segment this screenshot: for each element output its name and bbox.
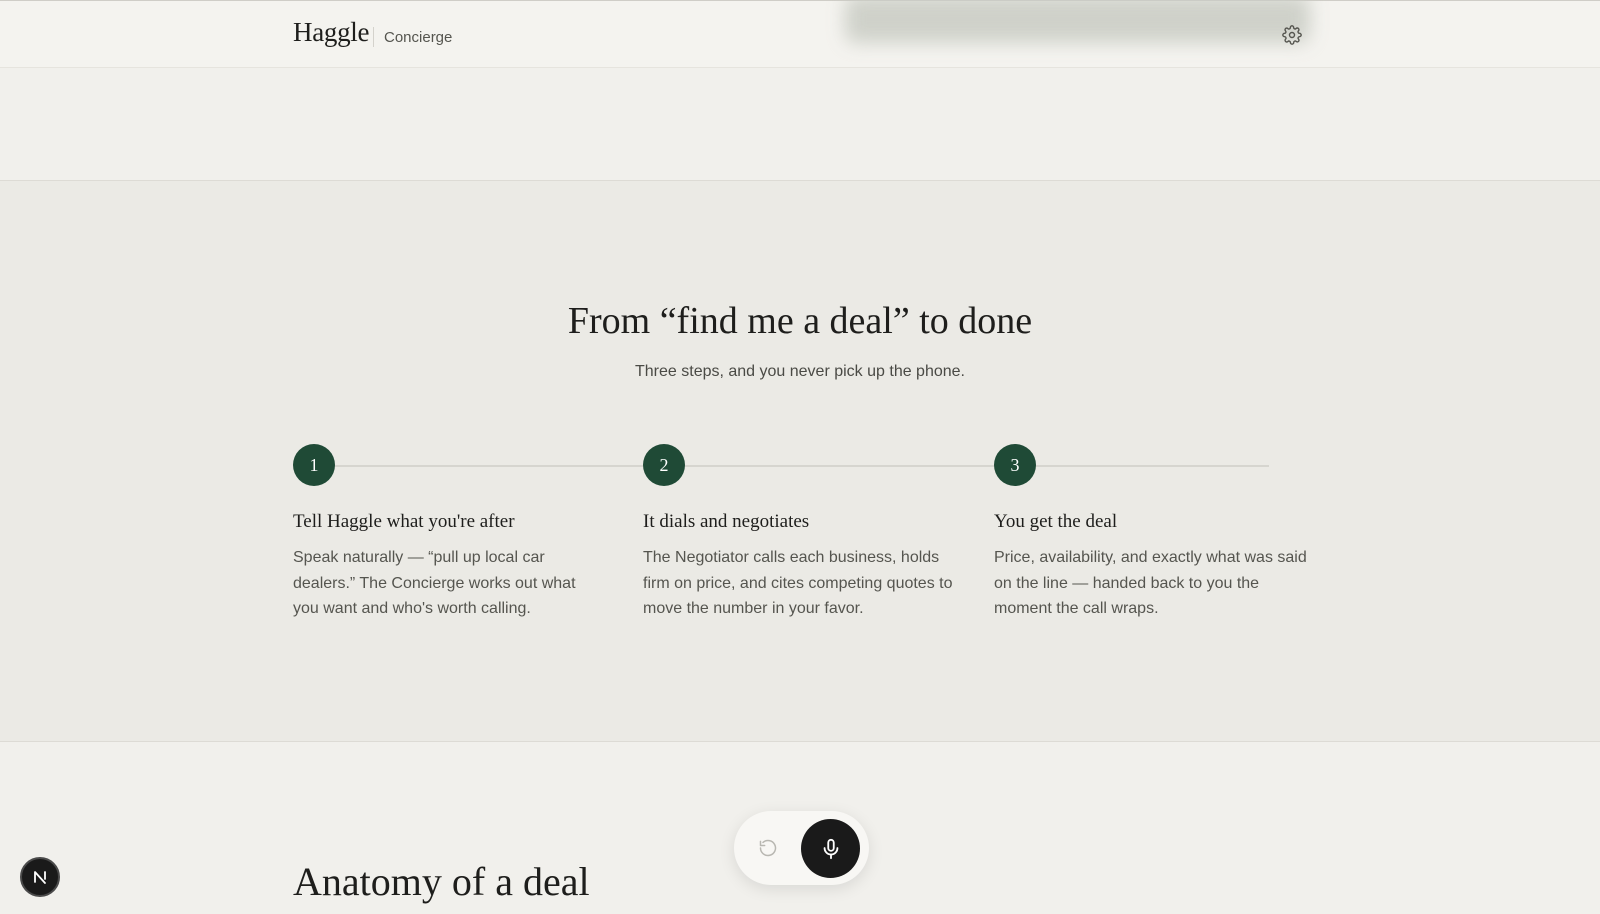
how-it-works-section: From “find me a deal” to done Three step… <box>0 181 1600 742</box>
step-1-number-badge: 1 <box>293 444 335 486</box>
dev-tools-badge[interactable] <box>20 857 60 897</box>
voice-control-bar <box>734 811 869 885</box>
step-2-title: It dials and negotiates <box>643 511 810 532</box>
top-header: Haggle Concierge <box>0 0 1600 68</box>
hero-band <box>0 68 1600 181</box>
brand-logo[interactable]: Haggle <box>293 17 369 48</box>
brand-divider <box>373 27 374 47</box>
steps-connector-line <box>314 465 1269 467</box>
section-subtitle: Three steps, and you never pick up the p… <box>635 363 965 380</box>
reset-icon <box>759 839 777 857</box>
n-logo-icon <box>34 871 46 884</box>
header-blurred-overlay <box>845 0 1310 43</box>
step-3-description: Price, availability, and exactly what wa… <box>994 549 1307 617</box>
step-3-number-badge: 3 <box>994 444 1036 486</box>
anatomy-section-title: Anatomy of a deal <box>293 859 590 904</box>
step-1-description: Speak naturally — “pull up local car dea… <box>293 549 576 617</box>
section-title: From “find me a deal” to done <box>567 300 1033 342</box>
step-3-title: You get the deal <box>994 511 1118 532</box>
page: Haggle Concierge From “find me a deal” t… <box>0 0 1600 914</box>
microphone-button[interactable] <box>801 819 860 878</box>
microphone-icon <box>823 838 838 859</box>
brand-subtitle: Concierge <box>384 29 453 46</box>
step-1-title: Tell Haggle what you're after <box>293 511 515 532</box>
gear-icon <box>1282 25 1302 45</box>
settings-button[interactable] <box>1280 23 1304 47</box>
step-2-description: The Negotiator calls each business, hold… <box>643 549 953 617</box>
step-2-number-badge: 2 <box>643 444 685 486</box>
reset-button[interactable] <box>756 836 780 860</box>
